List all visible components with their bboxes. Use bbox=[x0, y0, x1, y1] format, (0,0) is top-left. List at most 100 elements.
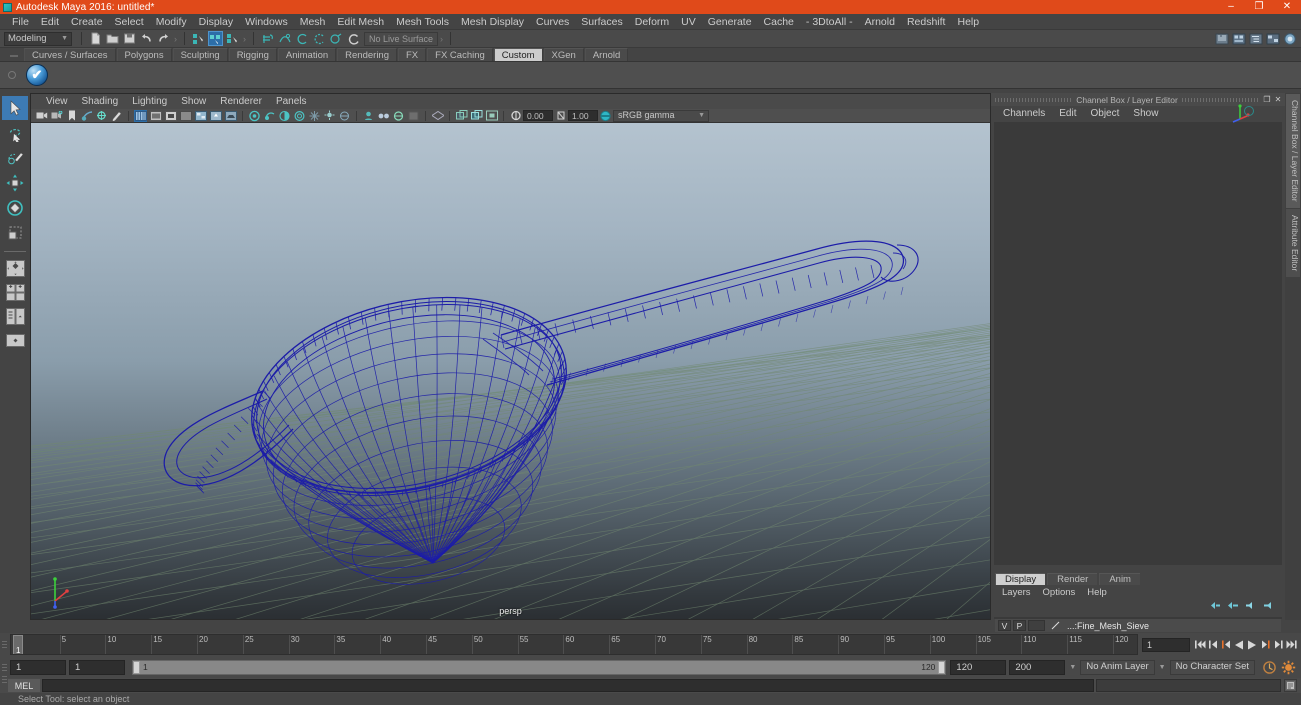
wireframe-shading-icon[interactable] bbox=[134, 109, 147, 122]
snap-to-view-planes-icon[interactable] bbox=[328, 31, 343, 46]
chevron-down-icon[interactable]: ▼ bbox=[1069, 664, 1076, 671]
screen-space-ao-icon[interactable] bbox=[248, 110, 261, 122]
move-tool[interactable] bbox=[2, 171, 28, 195]
script-editor-icon[interactable] bbox=[1284, 679, 1297, 692]
multisample-aa-icon[interactable] bbox=[278, 110, 291, 122]
snap-to-point-icon[interactable] bbox=[294, 31, 309, 46]
shelf-tab-fx[interactable]: FX bbox=[398, 48, 427, 61]
step-back-key-icon[interactable] bbox=[1207, 638, 1219, 652]
exposure-value-field[interactable]: 0.00 bbox=[523, 110, 553, 121]
menu-mesh-tools[interactable]: Mesh Tools bbox=[390, 14, 455, 30]
hidden-line-icon[interactable] bbox=[407, 110, 420, 122]
single-perspective-layout-icon[interactable] bbox=[2, 257, 28, 279]
command-output-field[interactable] bbox=[1096, 679, 1281, 692]
save-scene-icon[interactable] bbox=[122, 31, 137, 46]
playback-start-time-field[interactable]: 1 bbox=[69, 659, 125, 675]
command-input-field[interactable] bbox=[42, 679, 1094, 692]
new-layer-icon[interactable] bbox=[1246, 601, 1257, 613]
gamma-value-field[interactable]: 1.00 bbox=[568, 110, 598, 121]
xray-icon[interactable] bbox=[338, 110, 351, 122]
layer-playback-toggle[interactable]: P bbox=[1013, 620, 1026, 631]
textured-mode-icon[interactable] bbox=[194, 110, 207, 122]
no-lights-icon[interactable] bbox=[308, 110, 321, 122]
shade-all-icon[interactable] bbox=[164, 110, 177, 122]
menu-uv[interactable]: UV bbox=[675, 14, 702, 30]
close-icon[interactable]: ✕ bbox=[1274, 95, 1282, 104]
menu-arnold[interactable]: Arnold bbox=[859, 14, 901, 30]
side-tab-channel-box-layer-editor[interactable]: Channel Box / Layer Editor bbox=[1286, 94, 1300, 208]
channelbox-menu-object[interactable]: Object bbox=[1084, 106, 1127, 122]
use-all-lights-icon[interactable] bbox=[209, 110, 222, 122]
step-forward-frame-icon[interactable] bbox=[1259, 638, 1271, 652]
toolbar-expand-arrow-3[interactable]: › bbox=[440, 34, 443, 44]
animation-start-time-field[interactable]: 1 bbox=[10, 659, 66, 675]
toolbar-expand-arrow-2[interactable]: › bbox=[243, 34, 246, 44]
shelf-tab-curves-surfaces[interactable]: Curves / Surfaces bbox=[24, 48, 116, 61]
menu-edit-mesh[interactable]: Edit Mesh bbox=[331, 14, 390, 30]
range-start-handle[interactable] bbox=[133, 660, 140, 674]
viewport-menu-show[interactable]: Show bbox=[174, 94, 213, 109]
show-node-editor-icon[interactable] bbox=[1265, 31, 1280, 46]
menu-generate[interactable]: Generate bbox=[702, 14, 758, 30]
four-view-layout-icon[interactable] bbox=[2, 281, 28, 303]
channel-box-content[interactable] bbox=[994, 104, 1282, 565]
color-profile-selector[interactable]: sRGB gamma ▼ bbox=[613, 109, 709, 122]
snap-to-grid-icon[interactable] bbox=[260, 31, 275, 46]
time-slider-track[interactable]: 1 5 10 15 20 25 30 35 40 45 50 55 60 65 70 75 80 85 90 95 1… bbox=[10, 634, 1138, 655]
auto-key-icon[interactable] bbox=[1262, 660, 1277, 675]
go-to-start-icon[interactable] bbox=[1194, 638, 1206, 652]
play-backwards-icon[interactable] bbox=[1233, 638, 1245, 652]
move-layer-up-icon[interactable] bbox=[1210, 601, 1221, 613]
scale-tool[interactable] bbox=[2, 221, 28, 245]
viewport-menu-shading[interactable]: Shading bbox=[75, 94, 126, 109]
show-attribute-editor-icon[interactable] bbox=[1282, 31, 1297, 46]
minimize-button[interactable]: – bbox=[1217, 0, 1245, 14]
range-end-handle[interactable] bbox=[938, 660, 946, 674]
grid-toggle-icon[interactable] bbox=[431, 110, 444, 122]
menu-set-selector[interactable]: Modeling ▼ bbox=[4, 31, 72, 46]
menu-file[interactable]: File bbox=[6, 14, 35, 30]
menu-deform[interactable]: Deform bbox=[629, 14, 675, 30]
menu-surfaces[interactable]: Surfaces bbox=[575, 14, 628, 30]
layer-color-swatch[interactable] bbox=[1028, 620, 1045, 631]
select-tool[interactable] bbox=[2, 96, 28, 120]
shelf-tab-polygons[interactable]: Polygons bbox=[116, 48, 172, 61]
show-outliner-icon[interactable] bbox=[1248, 31, 1263, 46]
time-slider-drag-handle[interactable] bbox=[0, 635, 10, 655]
layer-tab-render[interactable]: Render bbox=[1047, 573, 1098, 585]
current-time-indicator[interactable]: 1 bbox=[13, 635, 23, 654]
play-forwards-icon[interactable] bbox=[1246, 638, 1258, 652]
outliner-persp-layout-icon[interactable] bbox=[2, 329, 28, 351]
layer-menu-help[interactable]: Help bbox=[1081, 585, 1113, 600]
perspective-viewport[interactable]: persp bbox=[31, 123, 990, 619]
viewport-menu-panels[interactable]: Panels bbox=[269, 94, 314, 109]
close-button[interactable]: ✕ bbox=[1273, 0, 1301, 14]
layer-tab-display[interactable]: Display bbox=[995, 573, 1046, 585]
menu-edit[interactable]: Edit bbox=[35, 14, 65, 30]
viewport-menu-view[interactable]: View bbox=[39, 94, 75, 109]
menu-redshift[interactable]: Redshift bbox=[901, 14, 952, 30]
layer-row[interactable]: V P ...:Fine_Mesh_Sieve bbox=[995, 619, 1281, 632]
select-by-hierarchy-icon[interactable] bbox=[191, 31, 206, 46]
show-render-view-icon[interactable] bbox=[1214, 31, 1229, 46]
live-surface-field[interactable]: No Live Surface bbox=[364, 31, 438, 46]
menu-mesh-display[interactable]: Mesh Display bbox=[455, 14, 530, 30]
menu-cache[interactable]: Cache bbox=[758, 14, 800, 30]
shelf-tab-animation[interactable]: Animation bbox=[277, 48, 337, 61]
command-language-label[interactable]: MEL bbox=[8, 679, 40, 692]
viewport-menu-lighting[interactable]: Lighting bbox=[125, 94, 174, 109]
shelf-item-button[interactable]: ✔ bbox=[26, 64, 48, 86]
undo-icon[interactable] bbox=[139, 31, 154, 46]
shadows-icon[interactable] bbox=[224, 110, 237, 122]
menu-modify[interactable]: Modify bbox=[150, 14, 193, 30]
paint-selection-tool[interactable] bbox=[2, 146, 28, 170]
menu-windows[interactable]: Windows bbox=[239, 14, 294, 30]
layer-visibility-toggle[interactable]: V bbox=[998, 620, 1011, 631]
panel-frame-icon[interactable] bbox=[485, 110, 498, 122]
menu-mesh[interactable]: Mesh bbox=[294, 14, 332, 30]
rotate-tool[interactable] bbox=[2, 196, 28, 220]
new-scene-icon[interactable] bbox=[88, 31, 103, 46]
range-slider-bar[interactable]: 1 120 bbox=[132, 659, 947, 675]
select-camera-icon[interactable] bbox=[35, 110, 48, 122]
command-line-grip[interactable] bbox=[2, 667, 10, 691]
